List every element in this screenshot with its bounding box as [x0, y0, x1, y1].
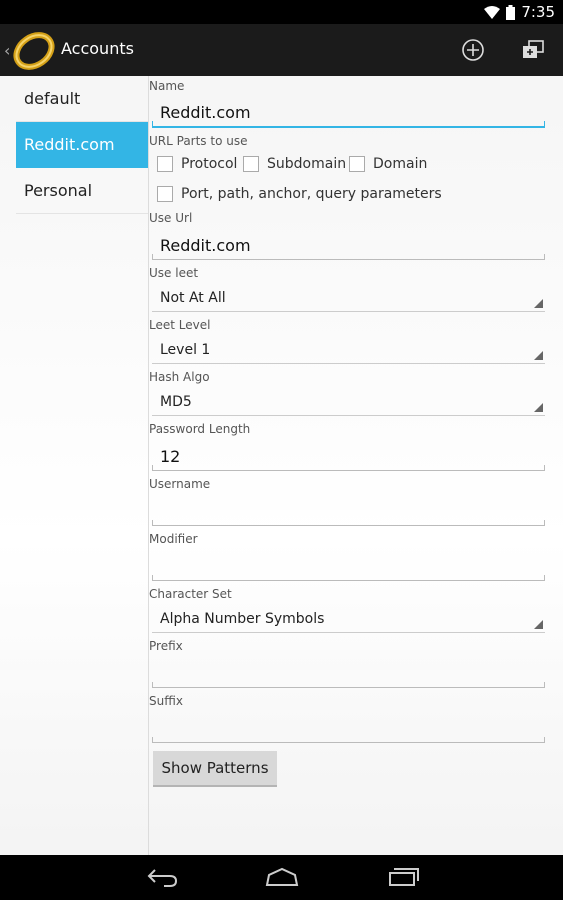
leet-level-value: Level 1 — [160, 342, 211, 358]
use-url-field[interactable]: Reddit.com — [152, 232, 545, 260]
leet-level-label: Leet Level — [149, 318, 211, 332]
use-url-label: Use Url — [149, 211, 193, 225]
action-bar: ‹ Accounts — [0, 24, 563, 76]
leet-level-spinner[interactable]: Level 1 — [152, 336, 545, 364]
copy-account-button[interactable] — [515, 32, 551, 68]
password-length-label: Password Length — [149, 422, 251, 436]
checkbox-box — [349, 156, 365, 172]
modifier-label: Modifier — [149, 532, 198, 546]
action-bar-title: Accounts — [61, 39, 134, 58]
back-icon — [147, 869, 178, 887]
url-parts-label: URL Parts to use — [149, 134, 248, 148]
hash-algo-label: Hash Algo — [149, 370, 210, 384]
accounts-sidebar: default Reddit.com Personal — [0, 76, 149, 855]
add-account-button[interactable] — [455, 32, 491, 68]
port-path-label: Port, path, anchor, query parameters — [181, 186, 442, 202]
battery-icon — [506, 4, 516, 20]
checkbox-box — [157, 156, 173, 172]
subdomain-checkbox[interactable]: Subdomain — [243, 156, 346, 172]
port-path-checkbox[interactable]: Port, path, anchor, query parameters — [157, 186, 442, 202]
name-value: Reddit.com — [160, 103, 251, 122]
copy-account-icon — [523, 40, 544, 58]
protocol-checkbox[interactable]: Protocol — [157, 156, 237, 172]
modifier-field[interactable] — [152, 553, 545, 581]
username-label: Username — [149, 477, 211, 491]
account-item-reddit[interactable]: Reddit.com — [16, 122, 148, 168]
suffix-field[interactable] — [152, 715, 545, 743]
name-field[interactable]: Reddit.com — [152, 100, 545, 128]
protocol-label: Protocol — [181, 156, 238, 172]
domain-label: Domain — [373, 156, 428, 172]
dropdown-arrow-icon — [534, 620, 543, 629]
home-icon — [265, 867, 299, 886]
use-leet-spinner[interactable]: Not At All — [152, 284, 545, 312]
wifi-icon — [484, 5, 501, 19]
add-circle-icon — [462, 39, 484, 61]
navigation-bar — [0, 855, 563, 900]
name-label: Name — [149, 79, 185, 93]
show-patterns-button[interactable]: Show Patterns — [153, 751, 277, 787]
hash-algo-spinner[interactable]: MD5 — [152, 388, 545, 416]
checkbox-box — [157, 186, 173, 202]
recent-apps-icon — [389, 868, 419, 886]
password-length-field[interactable]: 12 — [152, 443, 545, 471]
use-leet-value: Not At All — [160, 290, 226, 306]
home-button[interactable] — [262, 863, 302, 891]
dropdown-arrow-icon — [534, 351, 543, 360]
app-ring-icon[interactable] — [10, 29, 58, 73]
dropdown-arrow-icon — [534, 403, 543, 412]
use-url-value: Reddit.com — [160, 236, 251, 255]
status-time: 7:35 — [521, 3, 555, 21]
password-length-value: 12 — [160, 447, 181, 466]
prefix-field[interactable] — [152, 660, 545, 688]
status-bar: 7:35 — [0, 0, 563, 24]
dropdown-arrow-icon — [534, 299, 543, 308]
username-field[interactable] — [152, 498, 545, 526]
suffix-label: Suffix — [149, 694, 183, 708]
recent-apps-button[interactable] — [384, 863, 424, 891]
character-set-spinner[interactable]: Alpha Number Symbols — [152, 605, 545, 633]
back-button[interactable] — [142, 863, 182, 891]
account-item-personal[interactable]: Personal — [16, 168, 148, 214]
character-set-label: Character Set — [149, 587, 232, 601]
domain-checkbox[interactable]: Domain — [349, 156, 427, 172]
prefix-label: Prefix — [149, 639, 183, 653]
hash-algo-value: MD5 — [160, 394, 192, 410]
subdomain-label: Subdomain — [267, 156, 347, 172]
use-leet-label: Use leet — [149, 266, 199, 280]
character-set-value: Alpha Number Symbols — [160, 611, 325, 627]
checkbox-box — [243, 156, 259, 172]
account-item-default[interactable]: default — [16, 76, 148, 122]
